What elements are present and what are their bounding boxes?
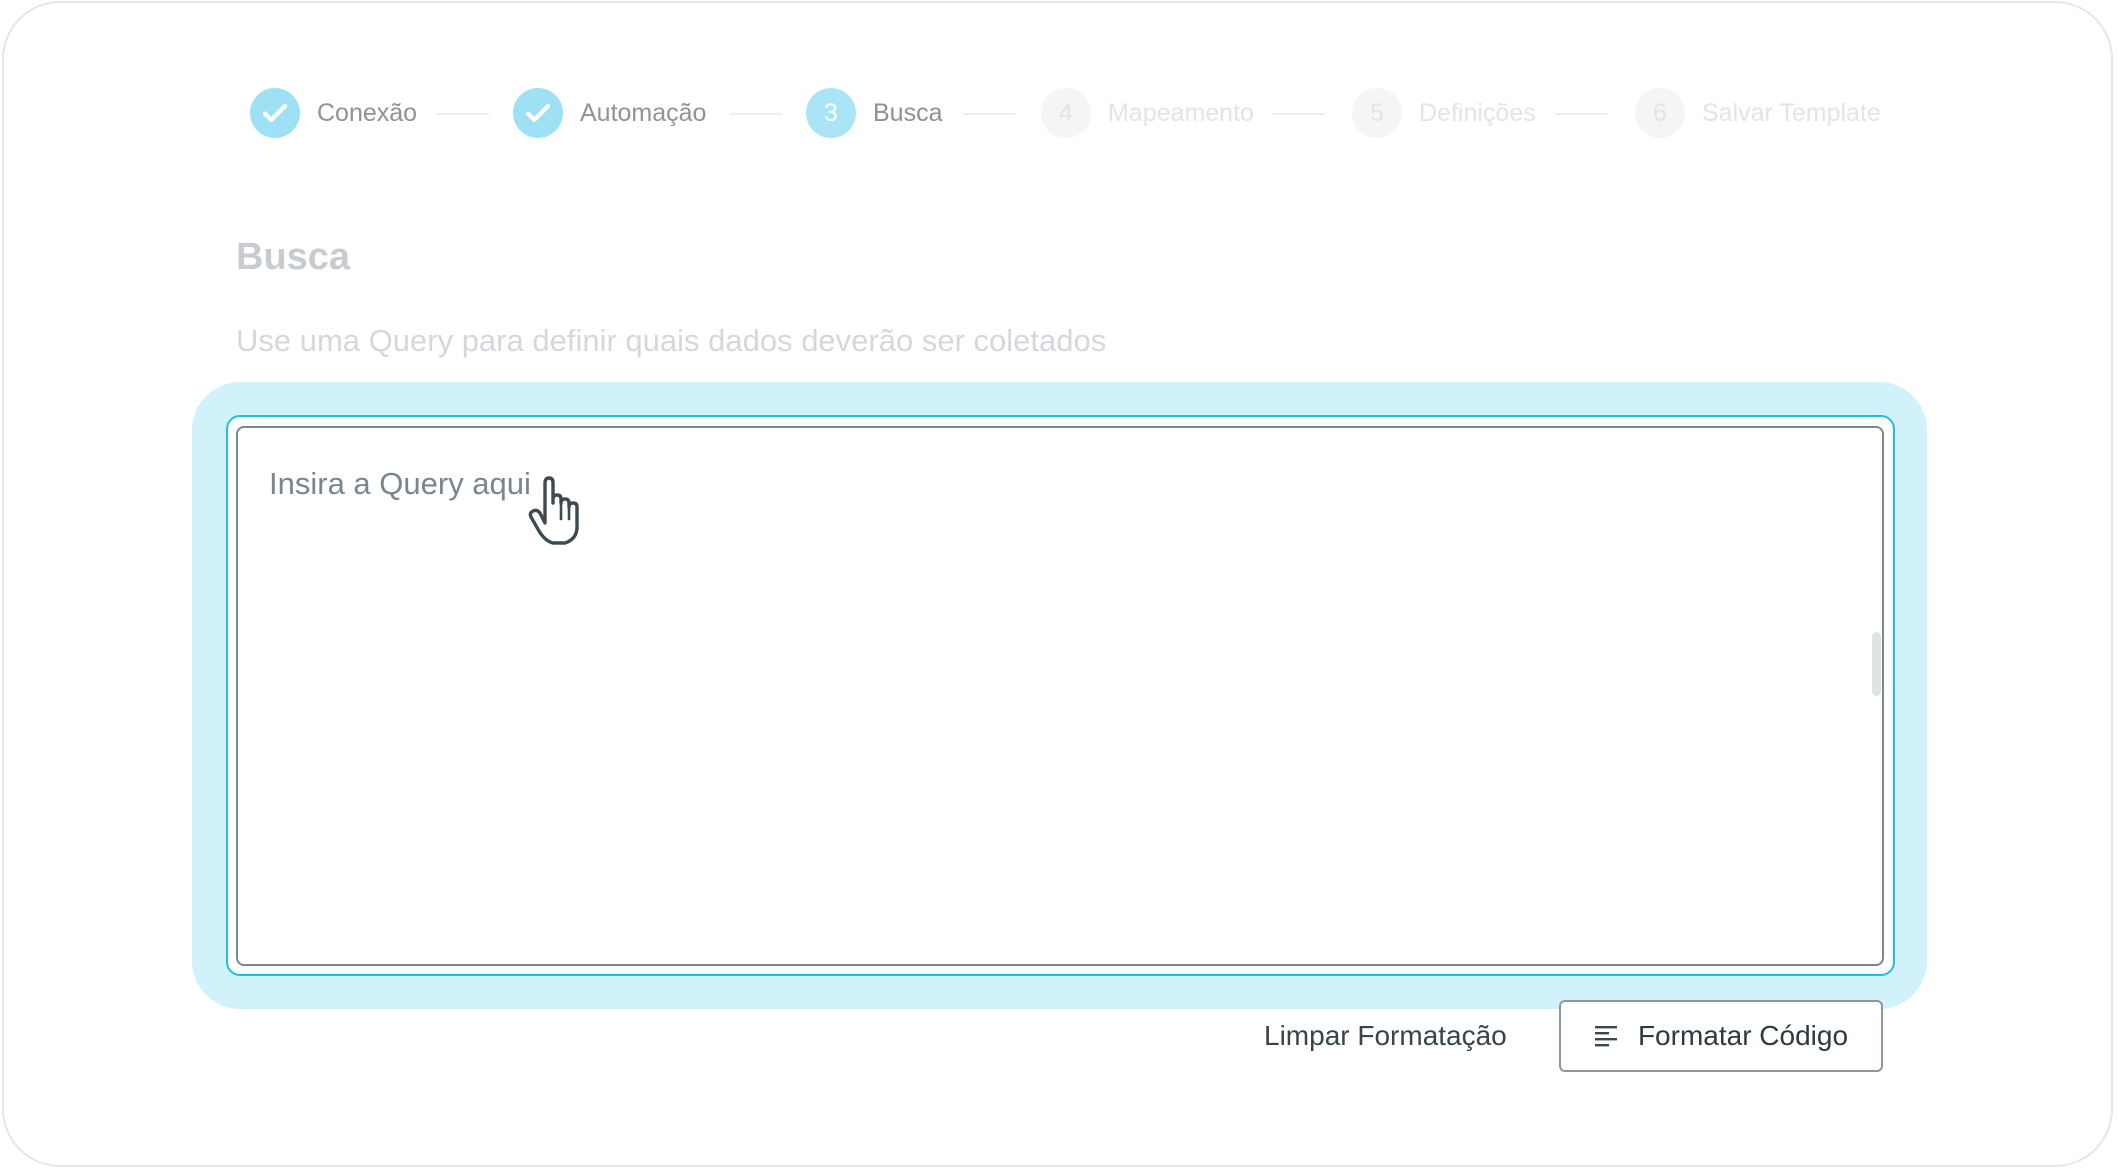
step-connector <box>730 113 782 115</box>
query-editor[interactable]: Insira a Query aqui <box>236 426 1884 966</box>
step-conexao[interactable]: Conexão <box>250 88 417 138</box>
hand-cursor-icon <box>525 475 589 547</box>
step-definicoes[interactable]: 5 Definições <box>1352 88 1536 138</box>
step-connector <box>963 113 1015 115</box>
clear-formatting-label: Limpar Formatação <box>1264 1020 1507 1051</box>
step-label: Salvar Template <box>1702 98 1881 127</box>
step-label: Mapeamento <box>1108 98 1254 127</box>
step-busca[interactable]: 3 Busca <box>806 88 942 138</box>
step-connector <box>1555 113 1607 115</box>
page-title: Busca <box>236 236 351 278</box>
step-label: Definições <box>1419 98 1536 127</box>
clear-formatting-button[interactable]: Limpar Formatação <box>1258 1000 1513 1072</box>
step-label: Conexão <box>317 98 418 127</box>
check-icon <box>513 88 563 138</box>
step-label: Automação <box>580 98 707 127</box>
step-number: 3 <box>806 88 856 138</box>
step-mapeamento[interactable]: 4 Mapeamento <box>1041 88 1254 138</box>
step-number: 5 <box>1352 88 1402 138</box>
editor-scrollbar[interactable] <box>1872 632 1881 696</box>
editor-placeholder: Insira a Query aqui <box>269 466 531 501</box>
step-automacao[interactable]: Automação <box>513 88 706 138</box>
step-salvar-template[interactable]: 6 Salvar Template <box>1635 88 1881 138</box>
step-number: 6 <box>1635 88 1685 138</box>
step-connector <box>437 113 489 115</box>
step-connector <box>1273 113 1325 115</box>
step-label: Busca <box>873 98 943 127</box>
page-subtitle: Use uma Query para definir quais dados d… <box>236 323 1107 358</box>
step-number: 4 <box>1041 88 1091 138</box>
stepper: Conexão Automação 3 Busca 4 Mapeamento 5… <box>250 88 1881 138</box>
align-left-icon <box>1594 1024 1620 1048</box>
format-code-label: Formatar Código <box>1637 1020 1849 1051</box>
format-code-button[interactable]: Formatar Código <box>1559 1000 1883 1072</box>
check-icon <box>250 88 300 138</box>
